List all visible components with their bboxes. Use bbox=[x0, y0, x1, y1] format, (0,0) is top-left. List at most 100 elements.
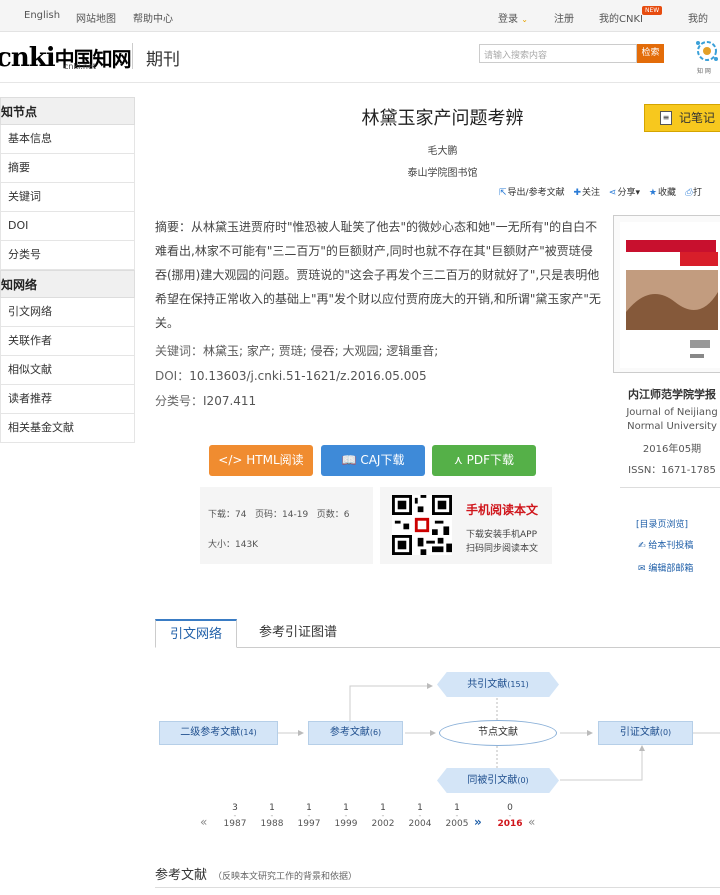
author-link[interactable]: 毛大鹏 bbox=[155, 142, 720, 157]
sitemap-link[interactable]: 网站地图 bbox=[76, 10, 116, 25]
abstract-label: 摘要： bbox=[155, 220, 192, 234]
journal-issue[interactable]: 2016年05期 bbox=[612, 440, 720, 455]
search-input[interactable]: 请输入搜索内容 bbox=[479, 44, 637, 63]
timeline-year: 2005 bbox=[445, 819, 469, 829]
collect-button[interactable]: ★收藏 bbox=[649, 188, 676, 198]
timeline-year: 1999 bbox=[334, 819, 358, 829]
mail-icon: ✉ bbox=[638, 564, 646, 574]
article-title: 林黛玉家产问题考辨 bbox=[361, 108, 524, 129]
tab-citation-map[interactable]: 参考引证图谱 bbox=[250, 619, 346, 648]
journal-issn: ISSN：1671-1785 bbox=[628, 465, 716, 476]
secondary-refs-node[interactable]: 二级参考文献(14) bbox=[159, 721, 278, 745]
timeline-item[interactable]: 1-1999 bbox=[331, 803, 361, 829]
secondary-refs-count: (14) bbox=[240, 728, 257, 737]
sidebar-section-network: 知网络 bbox=[0, 270, 135, 298]
sidebar-item-citation-network[interactable]: 引文网络 bbox=[0, 298, 135, 327]
cociting-node[interactable]: 同被引文献(0) bbox=[437, 768, 559, 793]
doi-label: DOI： bbox=[155, 369, 190, 383]
citation-network: 二级参考文献(14) 参考文献(6) 节点文献 共引文献(151) 同被引文献(… bbox=[155, 660, 720, 800]
classification-row: 分类号：I207.411 bbox=[155, 392, 256, 409]
timeline-item[interactable]: 3-1987 bbox=[220, 803, 250, 829]
caj-download-button[interactable]: 📖 CAJ下载 bbox=[321, 445, 425, 476]
citing-node[interactable]: 引证文献(0) bbox=[598, 721, 693, 745]
timeline-year: 1997 bbox=[297, 819, 321, 829]
share-button[interactable]: ⋖分享▾ bbox=[609, 188, 640, 198]
take-note-button[interactable]: ≡ 记笔记 bbox=[644, 104, 720, 132]
follow-button[interactable]: ✚关注 bbox=[573, 188, 600, 198]
cocited-node[interactable]: 共引文献(151) bbox=[437, 672, 559, 697]
export-button[interactable]: ⇱导出/参考文献 bbox=[499, 188, 565, 198]
timeline-year: 1988 bbox=[260, 819, 284, 829]
sidebar-item-keywords[interactable]: 关键词 bbox=[0, 183, 135, 212]
timeline-item[interactable]: 1-1988 bbox=[257, 803, 287, 829]
mobile-read-panel: 手机阅读本文 下载安装手机APP 扫码同步阅读本文 bbox=[380, 487, 552, 564]
citing-count: (0) bbox=[659, 728, 672, 737]
mobile-read-line1: 下载安装手机APP bbox=[466, 530, 538, 540]
submit-icon: ✍ bbox=[638, 541, 646, 551]
sidebar-item-related-authors[interactable]: 关联作者 bbox=[0, 327, 135, 356]
doi-value: 10.13603/j.cnki.51-1621/z.2016.05.005 bbox=[189, 369, 427, 383]
file-size: 大小：143K bbox=[208, 540, 259, 550]
keywords-value[interactable]: 林黛玉; 家产; 贾琏; 侵吞; 大观园; 逻辑重音; bbox=[203, 344, 438, 358]
svg-text:知 网: 知 网 bbox=[697, 67, 711, 75]
pdf-download-label: PDF下载 bbox=[466, 453, 514, 467]
sidebar-item-fund[interactable]: 相关基金文献 bbox=[0, 414, 135, 443]
print-button[interactable]: ⎙打 bbox=[685, 188, 702, 198]
journal-divider bbox=[620, 487, 720, 488]
cociting-label: 同被引文献 bbox=[467, 775, 518, 786]
timeline-item[interactable]: 1-2005 bbox=[442, 803, 472, 829]
timeline-item[interactable]: 1-2002 bbox=[368, 803, 398, 829]
export-icon: ⇱ bbox=[499, 188, 507, 198]
timeline-next-icon[interactable]: » bbox=[474, 815, 482, 829]
sidebar-item-abstract[interactable]: 摘要 bbox=[0, 154, 135, 183]
tab-citation-network[interactable]: 引文网络 bbox=[155, 619, 237, 648]
export-label: 导出/参考文献 bbox=[507, 188, 565, 198]
toc-link[interactable]: [目录页浏览] bbox=[636, 517, 688, 530]
node-document[interactable]: 节点文献 bbox=[439, 720, 557, 746]
timeline-item-current[interactable]: 0-2016 bbox=[495, 803, 525, 829]
english-link[interactable]: English bbox=[24, 10, 60, 21]
timeline-year: 2002 bbox=[371, 819, 395, 829]
refs-count: (6) bbox=[369, 728, 382, 737]
journal-name-en: Journal of Neijiang Normal University bbox=[626, 407, 718, 432]
login-label: 登录 bbox=[498, 14, 518, 25]
my-cnki-link[interactable]: 我的CNKI bbox=[599, 10, 643, 25]
abstract-text: 从林黛玉进贾府时"惟恐被人耻笑了他去"的微妙心态和她"一无所有"的自白不难看出,… bbox=[155, 220, 601, 330]
register-link[interactable]: 注册 bbox=[554, 10, 574, 25]
journal-cover[interactable] bbox=[613, 215, 720, 373]
timeline-item[interactable]: 1-2004 bbox=[405, 803, 435, 829]
sidebar-item-classification[interactable]: 分类号 bbox=[0, 241, 135, 270]
editor-email-link[interactable]: ✉ 编辑部邮箱 bbox=[638, 561, 693, 574]
section-title: 期刊 bbox=[146, 50, 180, 70]
secondary-refs-label: 二级参考文献 bbox=[180, 727, 241, 738]
help-link[interactable]: 帮助中心 bbox=[133, 10, 173, 25]
sidebar-item-basic-info[interactable]: 基本信息 bbox=[0, 125, 135, 154]
refs-node[interactable]: 参考文献(6) bbox=[308, 721, 403, 745]
journal-name-link[interactable]: 内江师范学院学报 bbox=[612, 386, 720, 402]
org-link[interactable]: 泰山学院图书馆 bbox=[155, 164, 720, 179]
book-icon: 📖 bbox=[341, 453, 357, 467]
classification-label: 分类号： bbox=[155, 394, 204, 408]
timeline-item[interactable]: 1-1997 bbox=[294, 803, 324, 829]
sidebar-item-similar[interactable]: 相似文献 bbox=[0, 356, 135, 385]
timeline-back-icon[interactable]: « bbox=[528, 815, 535, 829]
submit-link[interactable]: ✍ 给本刊投稿 bbox=[638, 538, 693, 551]
search-button[interactable]: 检索 bbox=[637, 44, 664, 63]
pdf-icon: ⋏ bbox=[453, 453, 463, 467]
cociting-count: (0) bbox=[517, 776, 529, 785]
classification-value: I207.411 bbox=[203, 394, 257, 408]
abstract: 摘要：从林黛玉进贾府时"惟恐被人耻笑了他去"的微妙心态和她"一无所有"的自白不难… bbox=[155, 215, 602, 335]
keywords-row: 关键词：林黛玉; 家产; 贾琏; 侵吞; 大观园; 逻辑重音; bbox=[155, 342, 438, 359]
chevron-down-icon: ⌄ bbox=[521, 15, 528, 24]
take-note-label: 记笔记 bbox=[679, 111, 716, 125]
sidebar-item-reader-rec[interactable]: 读者推荐 bbox=[0, 385, 135, 414]
my-link[interactable]: 我的 bbox=[688, 10, 708, 25]
login-link[interactable]: 登录 ⌄ bbox=[498, 10, 528, 25]
qr-code-icon[interactable] bbox=[392, 495, 452, 555]
sidebar: 知节点 基本信息 摘要 关键词 DOI 分类号 知网络 引文网络 关联作者 相似… bbox=[0, 97, 135, 443]
sidebar-item-doi[interactable]: DOI bbox=[0, 212, 135, 241]
print-label: 打 bbox=[693, 188, 703, 198]
stats-panel: 下载：74 页码：14-19 页数：6 大小：143K bbox=[200, 487, 373, 564]
html-read-button[interactable]: </> HTML阅读 bbox=[209, 445, 313, 476]
pdf-download-button[interactable]: ⋏ PDF下载 bbox=[432, 445, 536, 476]
